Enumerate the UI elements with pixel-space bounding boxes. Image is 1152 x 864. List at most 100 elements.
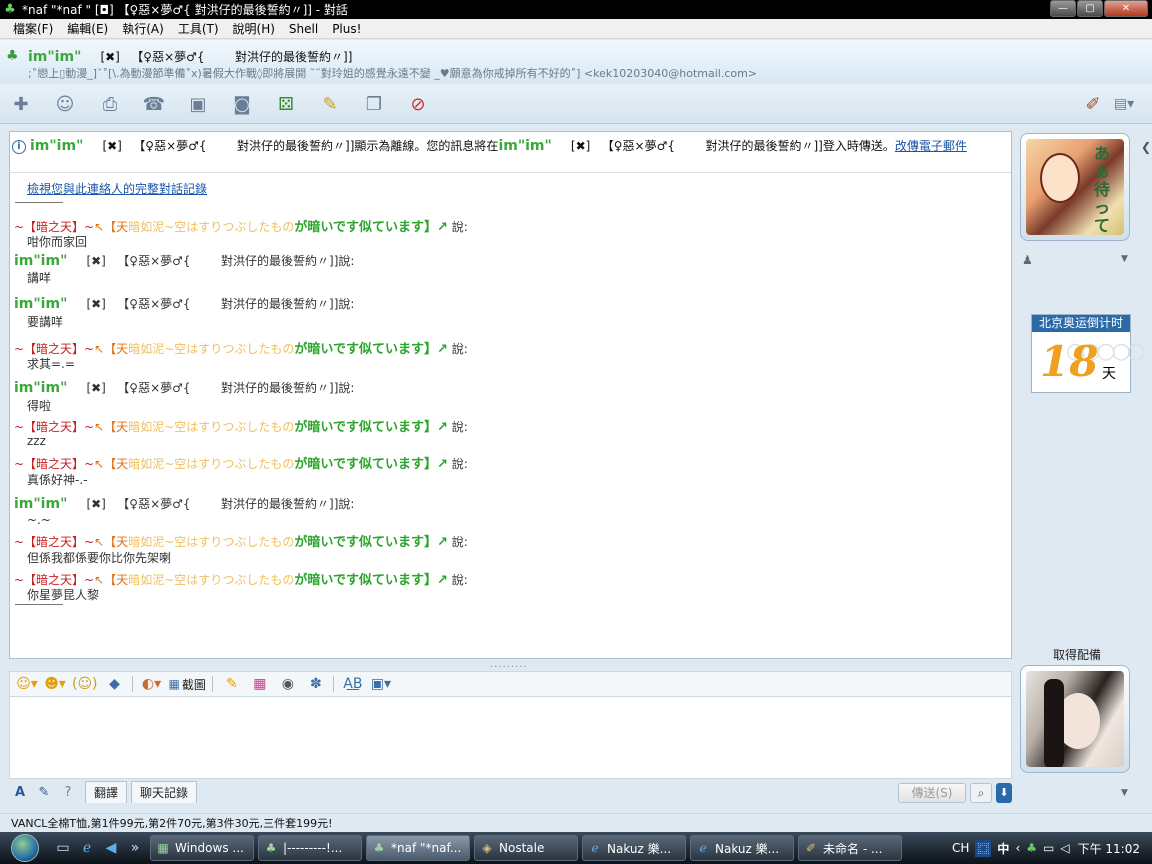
search-icon[interactable]: ⌕ bbox=[970, 783, 992, 803]
contact-personal-message: ;˚戀上▯動漫_]ˇ˚[\.為動漫節準備˚x)暑假大作戰◊即將展開 ˜˜對玲姐的… bbox=[28, 67, 758, 80]
menu-plus[interactable]: Plus! bbox=[325, 22, 368, 36]
paint-brush-icon[interactable]: ✐ bbox=[1080, 91, 1106, 117]
offline-info-bar: i im"im" [✖] 【♀惡×夢♂{ 對洪仔的最後誓約〃]]顯示為離線。您的… bbox=[10, 132, 1011, 173]
messenger-tray-icon[interactable]: ♣ bbox=[1026, 841, 1037, 855]
scroll-down-icon[interactable]: ⬇ bbox=[996, 783, 1012, 803]
clock[interactable]: 下午 11:02 bbox=[1078, 840, 1140, 857]
ime-icon[interactable]: ⿴ bbox=[975, 839, 992, 857]
tray-expand-icon[interactable]: ‹ bbox=[1015, 841, 1020, 855]
screenshot-button[interactable]: ▦ 截圖 bbox=[169, 674, 206, 694]
games-icon[interactable]: ⚄ bbox=[273, 91, 299, 117]
documents-icon[interactable]: ❐ bbox=[361, 91, 387, 117]
message-text: 你星夢昆人黎 bbox=[27, 588, 100, 602]
nudge-icon[interactable]: (☺) bbox=[72, 674, 98, 694]
sender-me-im: im"im" bbox=[14, 380, 68, 396]
task-nostale[interactable]: ◈ Nostale bbox=[474, 835, 578, 861]
message-text: 咁你而家回 bbox=[27, 235, 88, 249]
message-text: 求其=.= bbox=[27, 357, 75, 371]
sender-part-red: ~【暗之天】~ bbox=[14, 573, 95, 587]
window-title: *naf "*naf " [◘] 【♀惡×夢♂{ 對洪仔的最後誓約〃]] - 對… bbox=[22, 3, 348, 17]
separator-line-bottom bbox=[15, 604, 63, 605]
video-icon[interactable]: ▣ bbox=[185, 91, 211, 117]
sender-say: 說: bbox=[447, 342, 468, 356]
minimize-button[interactable]: — bbox=[1050, 0, 1076, 17]
share-files-icon[interactable]: ⎙ bbox=[97, 91, 123, 117]
sender-say: 說: bbox=[447, 220, 468, 234]
task-windows[interactable]: ▦ Windows ... bbox=[150, 835, 254, 861]
menu-file[interactable]: 檔案(F) bbox=[6, 20, 60, 37]
info-icon: i bbox=[12, 140, 26, 154]
task-nakuz-1[interactable]: ℯ Nakuz 樂... bbox=[582, 835, 686, 861]
sound-icon[interactable]: ◉ bbox=[277, 674, 299, 694]
menu-actions[interactable]: 執行(A) bbox=[115, 20, 171, 37]
chat-history-tab[interactable]: 聊天記錄 bbox=[131, 781, 198, 803]
menu-tools[interactable]: 工具(T) bbox=[171, 20, 226, 37]
network-icon[interactable]: ▭ bbox=[1043, 841, 1054, 855]
webcam-icon[interactable]: ◙ bbox=[229, 91, 255, 117]
info-contact-im-2: im"im" bbox=[498, 138, 552, 154]
menu-edit[interactable]: 編輯(E) bbox=[60, 20, 115, 37]
message-text: zzz bbox=[27, 434, 46, 448]
task-windows-label: Windows ... bbox=[175, 841, 244, 855]
screenshot-icon: ▦ bbox=[168, 677, 180, 691]
send-button[interactable]: 傳送(S) bbox=[898, 783, 966, 803]
my-avatar[interactable] bbox=[1020, 665, 1130, 773]
send-file-icon[interactable]: ▣▾ bbox=[370, 674, 392, 694]
voice-clip-icon[interactable]: ◆ bbox=[104, 674, 126, 694]
menu-shell[interactable]: Shell bbox=[282, 22, 325, 36]
pen-icon[interactable]: ✎ bbox=[33, 781, 55, 803]
view-history-link[interactable]: 檢視您與此連絡人的完整對話記錄 bbox=[27, 180, 207, 197]
media-icon[interactable]: ◀ bbox=[100, 837, 122, 859]
task-nakuz-2[interactable]: ℯ Nakuz 樂... bbox=[690, 835, 794, 861]
background-icon[interactable]: ◐▾ bbox=[141, 674, 163, 694]
task-untitled[interactable]: ✐ 未命名 - ... bbox=[798, 835, 902, 861]
get-accessories-label[interactable]: 取得配備 bbox=[1053, 646, 1101, 663]
title-bar: ♣ *naf "*naf " [◘] 【♀惡×夢♂{ 對洪仔的最後誓約〃]] -… bbox=[0, 0, 1152, 19]
wink-icon[interactable]: ☻▾ bbox=[44, 674, 66, 694]
plugin-icon[interactable]: ✽ bbox=[305, 674, 327, 694]
message-text: 但係我都係要你比你先架喇 bbox=[27, 551, 172, 565]
sender-part-red: ~【暗之天】~ bbox=[14, 535, 95, 549]
contact-name-im: im"im" bbox=[28, 49, 82, 65]
contacts-icon[interactable]: ☺ bbox=[52, 91, 78, 117]
sender-say: 說: bbox=[447, 420, 468, 434]
sender-say: 說: bbox=[447, 573, 468, 587]
ie-icon[interactable]: ℯ bbox=[76, 837, 98, 859]
send-email-link[interactable]: 改傳電子郵件 bbox=[895, 139, 967, 153]
task-current-chat-icon: ♣ bbox=[373, 841, 385, 855]
more-quicklaunch-icon[interactable]: » bbox=[124, 837, 146, 859]
ime-mode-label[interactable]: 中 bbox=[997, 840, 1009, 857]
contact-avatar[interactable]: あぁ 待って bbox=[1020, 133, 1130, 241]
grid-icon[interactable]: ▦ bbox=[249, 674, 271, 694]
layout-menu-icon[interactable]: ▤▾ bbox=[1108, 91, 1140, 117]
volume-icon[interactable]: ◁ bbox=[1060, 841, 1069, 855]
my-avatar-dropdown-icon[interactable]: ▼ bbox=[1121, 788, 1128, 798]
input-bottom-bar: A ✎ ? 翻譯 聊天記錄 傳送(S) ⌕ ⬇ bbox=[9, 780, 1012, 804]
task-current-chat[interactable]: ♣ *naf "*naf... bbox=[366, 835, 470, 861]
task-untitled-label: 未命名 - ... bbox=[823, 841, 883, 856]
collapse-panel-icon[interactable]: ❮ bbox=[1141, 140, 1151, 154]
emoticon-icon[interactable]: ☺▾ bbox=[16, 674, 38, 694]
font-icon[interactable]: A bbox=[9, 781, 31, 803]
menu-help[interactable]: 說明(H) bbox=[226, 20, 282, 37]
translate-tab[interactable]: 翻譯 bbox=[85, 781, 128, 803]
block-icon[interactable]: ⊘ bbox=[405, 91, 431, 117]
lang-label[interactable]: CH bbox=[952, 841, 969, 855]
start-button[interactable] bbox=[0, 832, 50, 864]
avatar-dropdown-icon[interactable]: ▼ bbox=[1121, 254, 1128, 264]
screenshot-label: 截圖 bbox=[181, 677, 206, 692]
invite-icon[interactable]: ✚ bbox=[8, 91, 34, 117]
activities-icon[interactable]: ✎ bbox=[317, 91, 343, 117]
close-button[interactable]: ✕ bbox=[1104, 0, 1148, 17]
task-2[interactable]: ♣ |---------!... bbox=[258, 835, 362, 861]
ad-text[interactable]: VANCL全棉T恤,第1件99元,第2件70元,第3件30元,三件套199元! bbox=[0, 813, 1152, 832]
call-icon[interactable]: ☎ bbox=[141, 91, 167, 117]
spellcheck-icon[interactable]: A͟B bbox=[342, 674, 364, 694]
maximize-button[interactable]: ▢ bbox=[1077, 0, 1103, 17]
system-tray: CH ⿴ 中 ‹ ♣ ▭ ◁ 下午 11:02 bbox=[946, 832, 1152, 864]
help-icon[interactable]: ? bbox=[57, 781, 79, 803]
message-input[interactable] bbox=[9, 697, 1012, 779]
handwriting-icon[interactable]: ✎ bbox=[221, 674, 243, 694]
contact-name: im"im" [✖] 【♀惡×夢♂{ 對洪仔的最後誓約〃]] bbox=[28, 48, 352, 65]
show-desktop-icon[interactable]: ▭ bbox=[52, 837, 74, 859]
